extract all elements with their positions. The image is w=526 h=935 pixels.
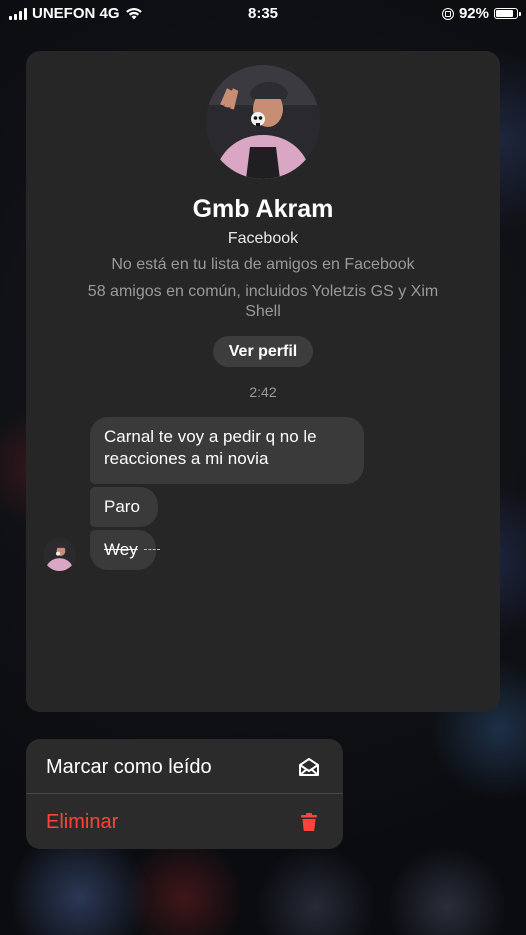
message-text: Wey xyxy=(104,540,138,559)
battery-percent: 92% xyxy=(458,5,489,22)
profile-avatar[interactable] xyxy=(206,65,320,179)
profile-source: Facebook xyxy=(227,230,299,247)
strikethrough-dash xyxy=(144,549,160,550)
message-bubble-unsent[interactable]: Wey xyxy=(90,530,160,570)
battery-icon xyxy=(494,8,521,19)
menu-item-label: Marcar como leído xyxy=(46,756,212,778)
status-right: 92% xyxy=(441,5,521,22)
envelope-open-icon xyxy=(299,758,319,776)
menu-item-label: Eliminar xyxy=(46,811,119,833)
profile-friend-status: No está en tu lista de amigos en Faceboo… xyxy=(111,256,415,273)
profile-name: Gmb Akram xyxy=(192,195,334,223)
sender-avatar[interactable] xyxy=(43,538,76,571)
conversation-preview-card[interactable]: Gmb Akram Facebook No está en tu lista d… xyxy=(26,51,500,712)
view-profile-button[interactable]: Ver perfil xyxy=(213,336,313,367)
battery-fill xyxy=(496,10,513,17)
message-bubble[interactable]: Paro xyxy=(90,487,158,527)
status-bar: UNEFON 4G 8:35 92% xyxy=(0,0,526,28)
context-menu: Marcar como leído Eliminar xyxy=(26,739,343,849)
profile-mutual-friends: 58 amigos en común, incluidos Yoletzis G… xyxy=(87,283,439,320)
message-text: Carnal te voy a pedir q no le reacciones… xyxy=(104,427,317,468)
orientation-lock-icon xyxy=(441,7,454,20)
message-text: Paro xyxy=(104,497,140,516)
message-bubble[interactable]: Carnal te voy a pedir q no le reacciones… xyxy=(90,417,364,484)
delete-menu-item[interactable]: Eliminar xyxy=(26,794,343,849)
message-timestamp: 2:42 xyxy=(249,384,277,400)
trash-icon xyxy=(301,813,317,831)
mark-as-read-menu-item[interactable]: Marcar como leído xyxy=(26,739,343,794)
